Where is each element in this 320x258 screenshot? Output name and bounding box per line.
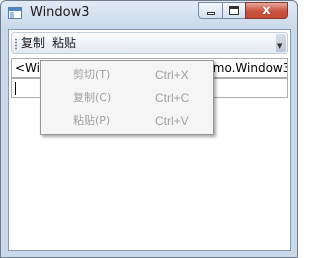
- text-caret: [15, 82, 16, 95]
- minimize-icon: [207, 12, 215, 15]
- close-icon: x: [262, 3, 271, 18]
- toolbar: 复制 粘贴 ▼: [11, 32, 288, 54]
- paste-button[interactable]: 粘贴: [52, 36, 76, 51]
- menu-item-copy[interactable]: 复制(C) Ctrl+C: [41, 87, 213, 109]
- menu-item-cut[interactable]: 剪切(T) Ctrl+X: [41, 64, 213, 86]
- menu-item-paste[interactable]: 粘贴(P) Ctrl+V: [41, 110, 213, 132]
- toolbar-grip[interactable]: [15, 38, 17, 50]
- window: Window3 x 复制 粘贴 ▼ <Window x:Class="Comma…: [0, 0, 298, 258]
- minimize-button[interactable]: [198, 2, 223, 19]
- toolbar-overflow-icon: ▼: [277, 42, 283, 50]
- window-app-icon[interactable]: [8, 7, 22, 19]
- maximize-button[interactable]: [222, 2, 246, 19]
- maximize-icon: [229, 6, 239, 15]
- toolbar-overflow-button[interactable]: ▼: [276, 34, 286, 52]
- menu-item-label: 复制(C): [73, 91, 112, 104]
- menu-item-shortcut: Ctrl+V: [155, 114, 189, 128]
- close-button[interactable]: x: [245, 2, 288, 19]
- context-menu: 剪切(T) Ctrl+X 复制(C) Ctrl+C 粘贴(P) Ctrl+V: [40, 60, 214, 135]
- window-title: Window3: [30, 5, 90, 20]
- copy-button[interactable]: 复制: [21, 36, 45, 51]
- title-bar[interactable]: Window3 x: [1, 1, 297, 27]
- menu-item-shortcut: Ctrl+X: [155, 68, 189, 82]
- menu-item-label: 粘贴(P): [73, 114, 111, 127]
- menu-item-label: 剪切(T): [73, 68, 111, 81]
- menu-item-shortcut: Ctrl+C: [155, 91, 190, 105]
